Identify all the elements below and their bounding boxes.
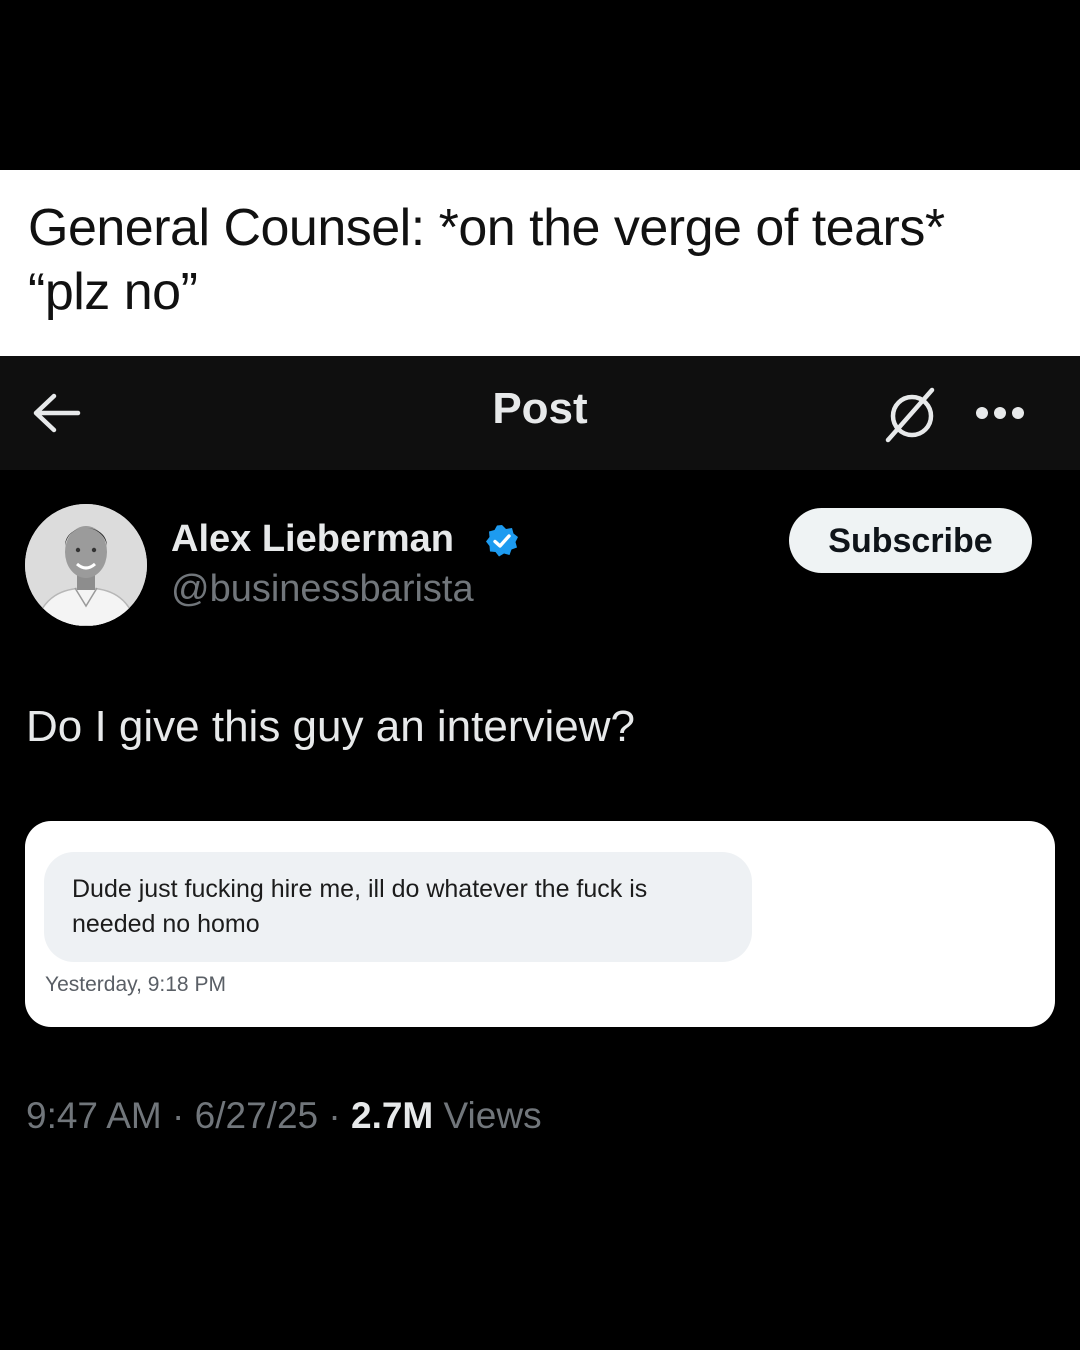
- message-bubble: Dude just fucking hire me, ill do whatev…: [44, 852, 752, 962]
- author-name[interactable]: Alex Lieberman: [171, 518, 454, 561]
- message-timestamp: Yesterday, 9:18 PM: [45, 973, 226, 996]
- post-meta: 9:47 AM · 6/27/25 · 2.7M Views: [26, 1095, 542, 1137]
- more-horizontal-icon[interactable]: [976, 406, 1030, 422]
- meme-caption: General Counsel: *on the verge of tears*…: [0, 170, 1080, 356]
- subscribe-button[interactable]: Subscribe: [789, 508, 1032, 573]
- post-date[interactable]: 6/27/25: [195, 1095, 318, 1136]
- views-label: Views: [443, 1095, 542, 1136]
- caption-line-1: General Counsel: *on the verge of tears*: [28, 199, 945, 257]
- caption-text: General Counsel: *on the verge of tears*…: [28, 196, 1068, 324]
- grok-icon[interactable]: [882, 386, 942, 446]
- meta-separator: ·: [328, 1095, 341, 1136]
- post-header-bar: Post: [0, 356, 1080, 470]
- views-count: 2.7M: [351, 1095, 434, 1136]
- meta-separator: ·: [172, 1095, 185, 1136]
- verified-badge-icon: [484, 523, 520, 559]
- post-text: Do I give this guy an interview?: [26, 702, 635, 751]
- author-handle[interactable]: @businessbarista: [171, 568, 474, 611]
- avatar[interactable]: [25, 504, 147, 626]
- post-time[interactable]: 9:47 AM: [26, 1095, 162, 1136]
- caption-line-2: “plz no”: [28, 263, 198, 321]
- message-text: Dude just fucking hire me, ill do whatev…: [72, 875, 648, 938]
- embedded-message-screenshot[interactable]: Dude just fucking hire me, ill do whatev…: [25, 821, 1055, 1027]
